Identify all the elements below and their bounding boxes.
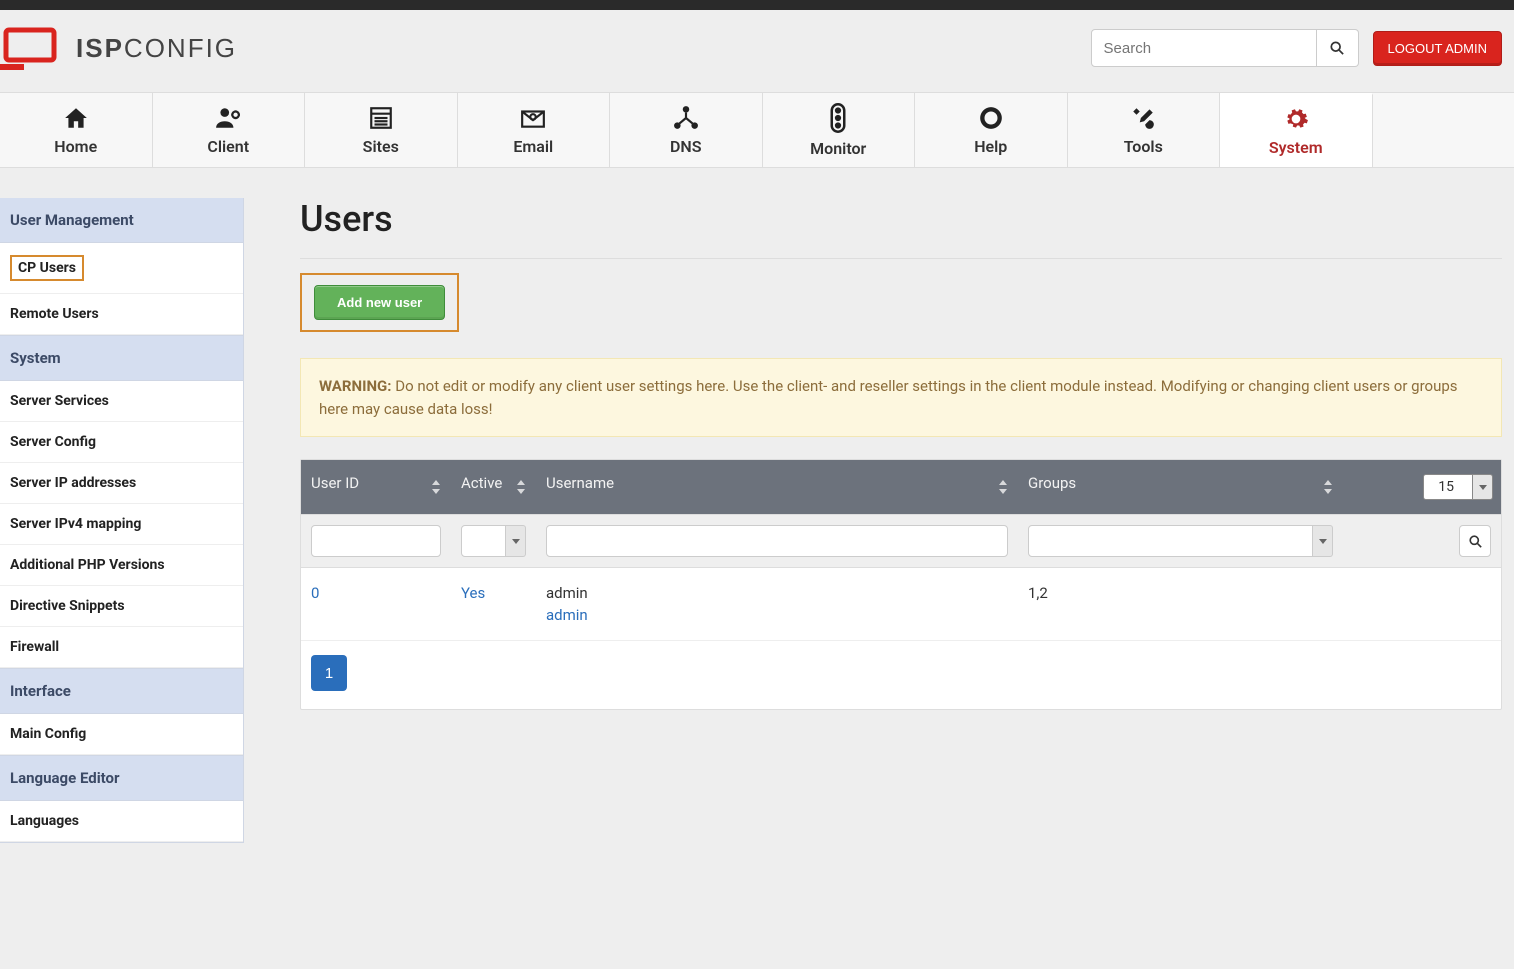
th-active[interactable]: Active bbox=[451, 460, 536, 514]
client-icon bbox=[213, 105, 243, 131]
sidebar-item-remote-users[interactable]: Remote Users bbox=[0, 294, 243, 335]
th-username[interactable]: Username bbox=[536, 460, 1018, 514]
sidebar-header-interface: Interface bbox=[0, 668, 243, 714]
cell-username-link[interactable]: admin bbox=[546, 606, 1008, 624]
add-user-button[interactable]: Add new user bbox=[314, 285, 445, 320]
table-header: User ID Active Username Groups bbox=[301, 460, 1501, 514]
email-icon bbox=[518, 105, 548, 131]
nav-home[interactable]: Home bbox=[0, 93, 153, 167]
sidebar-item-main-config[interactable]: Main Config bbox=[0, 714, 243, 755]
monitor-icon bbox=[829, 103, 847, 133]
table-row[interactable]: 0 Yes admin admin 1,2 bbox=[301, 568, 1501, 641]
nav-label: Help bbox=[974, 137, 1007, 156]
nav-system[interactable]: System bbox=[1220, 93, 1373, 167]
th-groups[interactable]: Groups bbox=[1018, 460, 1343, 514]
header: ISPCONFIG LOGOUT ADMIN bbox=[0, 10, 1514, 92]
sidebar-header-system: System bbox=[0, 335, 243, 381]
sidebar-item-firewall[interactable]: Firewall bbox=[0, 627, 243, 668]
filter-username-input[interactable] bbox=[546, 525, 1008, 557]
filter-groups-select[interactable] bbox=[1028, 525, 1333, 557]
search bbox=[1091, 29, 1359, 67]
nav-label: Tools bbox=[1124, 137, 1163, 156]
page-title: Users bbox=[300, 198, 1502, 259]
nav-label: Sites bbox=[363, 137, 399, 156]
help-icon bbox=[978, 105, 1004, 131]
tools-icon bbox=[1129, 105, 1157, 131]
sidebar-item-server-ipv4[interactable]: Server IPv4 mapping bbox=[0, 504, 243, 545]
logo-text: ISPCONFIG bbox=[76, 33, 237, 64]
sidebar-item-cp-users[interactable]: CP Users bbox=[0, 243, 243, 294]
sort-icon bbox=[1323, 480, 1333, 494]
cell-groups: 1,2 bbox=[1028, 584, 1048, 602]
content: Users Add new user WARNING: Do not edit … bbox=[300, 198, 1514, 710]
chevron-down-icon[interactable] bbox=[506, 525, 526, 557]
sites-icon bbox=[368, 105, 394, 131]
filter-search-button[interactable] bbox=[1459, 525, 1491, 557]
sidebar-header-language: Language Editor bbox=[0, 755, 243, 801]
dns-icon bbox=[673, 105, 699, 131]
nav-monitor[interactable]: Monitor bbox=[763, 93, 916, 167]
nav-help[interactable]: Help bbox=[915, 93, 1068, 167]
sidebar-item-server-config[interactable]: Server Config bbox=[0, 422, 243, 463]
logout-button[interactable]: LOGOUT ADMIN bbox=[1373, 31, 1502, 66]
sidebar-item-directive-snippets[interactable]: Directive Snippets bbox=[0, 586, 243, 627]
sidebar: User Management CP Users Remote Users Sy… bbox=[0, 198, 244, 843]
sort-icon bbox=[998, 480, 1008, 494]
nav-sites[interactable]: Sites bbox=[305, 93, 458, 167]
nav-dns[interactable]: DNS bbox=[610, 93, 763, 167]
cell-username: admin bbox=[546, 584, 588, 602]
search-icon bbox=[1469, 535, 1482, 548]
browser-chrome bbox=[0, 0, 1514, 10]
filter-row bbox=[301, 514, 1501, 568]
th-page-size: 15 bbox=[1343, 460, 1501, 514]
warning-body: Do not edit or modify any client user se… bbox=[319, 377, 1458, 418]
nav-email[interactable]: Email bbox=[458, 93, 611, 167]
main-nav: Home Client Sites Email DNS Monitor Help bbox=[0, 92, 1514, 168]
page-1-button[interactable]: 1 bbox=[311, 655, 347, 691]
pagination: 1 bbox=[301, 641, 1501, 709]
nav-label: Monitor bbox=[810, 139, 866, 158]
chevron-down-icon[interactable] bbox=[1313, 525, 1333, 557]
nav-label: Home bbox=[54, 137, 97, 156]
nav-label: Client bbox=[207, 137, 249, 156]
nav-label: DNS bbox=[670, 137, 702, 156]
filter-id-input[interactable] bbox=[311, 525, 441, 557]
logo-icon bbox=[0, 24, 66, 72]
sidebar-header-user-management: User Management bbox=[0, 198, 243, 243]
warning-alert: WARNING: Do not edit or modify any clien… bbox=[300, 358, 1502, 437]
nav-label: System bbox=[1269, 138, 1323, 157]
search-button[interactable] bbox=[1317, 29, 1359, 67]
home-icon bbox=[62, 105, 90, 131]
cell-active[interactable]: Yes bbox=[461, 584, 485, 602]
gear-icon bbox=[1283, 106, 1309, 132]
sidebar-item-server-services[interactable]: Server Services bbox=[0, 381, 243, 422]
nav-client[interactable]: Client bbox=[153, 93, 306, 167]
page-size-select[interactable]: 15 bbox=[1423, 474, 1493, 500]
chevron-down-icon[interactable] bbox=[1473, 474, 1493, 500]
sort-icon bbox=[516, 480, 526, 494]
search-icon bbox=[1330, 41, 1344, 55]
nav-tools[interactable]: Tools bbox=[1068, 93, 1221, 167]
search-input[interactable] bbox=[1091, 29, 1317, 67]
sidebar-item-php-versions[interactable]: Additional PHP Versions bbox=[0, 545, 243, 586]
filter-active-select[interactable] bbox=[461, 525, 526, 557]
users-table: User ID Active Username Groups bbox=[300, 459, 1502, 710]
sort-icon bbox=[431, 480, 441, 494]
sidebar-item-server-ip[interactable]: Server IP addresses bbox=[0, 463, 243, 504]
nav-label: Email bbox=[513, 137, 553, 156]
warning-prefix: WARNING: bbox=[319, 377, 392, 395]
th-user-id[interactable]: User ID bbox=[301, 460, 451, 514]
sidebar-item-languages[interactable]: Languages bbox=[0, 801, 243, 842]
cell-id[interactable]: 0 bbox=[311, 584, 319, 602]
logo: ISPCONFIG bbox=[0, 24, 237, 72]
add-user-highlight: Add new user bbox=[300, 273, 459, 332]
